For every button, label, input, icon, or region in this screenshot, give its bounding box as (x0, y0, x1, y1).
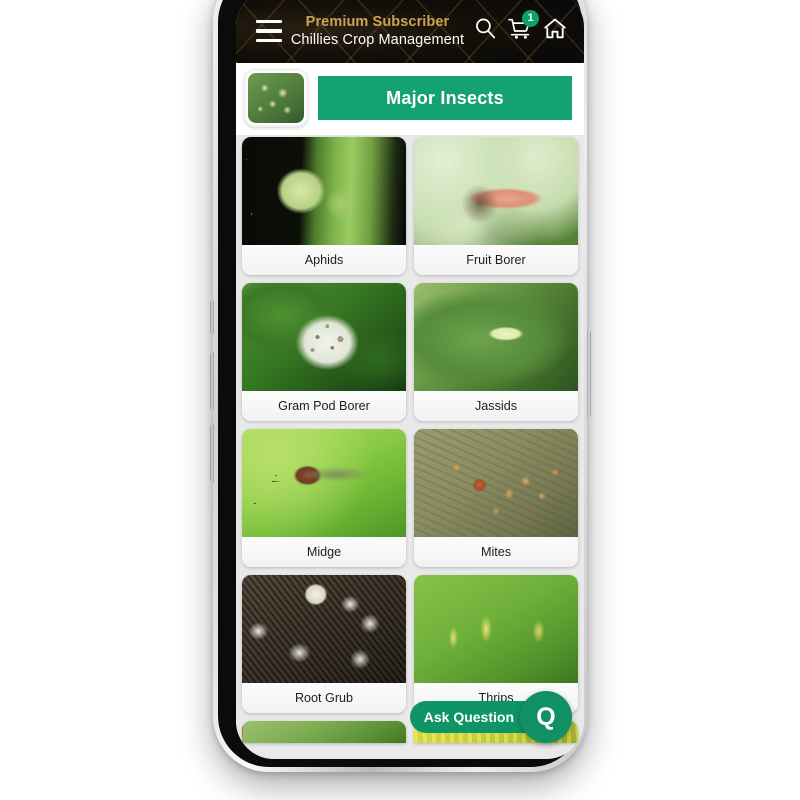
home-icon[interactable] (542, 16, 568, 46)
insect-grid-scroll-area[interactable]: Aphids Fruit Borer Gram Pod Borer Jassid… (236, 135, 584, 759)
insect-card-image (242, 283, 406, 391)
ask-question-circle-icon[interactable]: Q (520, 691, 572, 743)
search-icon[interactable] (473, 16, 498, 46)
ask-question-fab[interactable]: Ask Question Q (409, 691, 572, 743)
phone-volume-up-button (210, 352, 214, 410)
aphids-photo (242, 137, 406, 245)
cart-count-badge: 1 (522, 10, 539, 27)
premium-subscriber-label: Premium Subscriber (305, 13, 450, 30)
phone-silent-switch (210, 300, 214, 334)
insect-card-label: Jassids (414, 391, 578, 421)
insect-card-jassids[interactable]: Jassids (414, 283, 578, 421)
shopping-cart-icon[interactable]: 1 (507, 10, 539, 46)
insect-card-image (414, 137, 578, 245)
insect-card-image (414, 429, 578, 537)
insect-card-root-grub[interactable]: Root Grub (242, 575, 406, 713)
insect-card-label: Aphids (242, 245, 406, 275)
header-actions: 1 (473, 10, 568, 46)
insect-card-gram-pod-borer[interactable]: Gram Pod Borer (242, 283, 406, 421)
mites-photo (414, 429, 578, 537)
fruit-borer-photo (414, 137, 578, 245)
insect-card-label: Fruit Borer (414, 245, 578, 275)
crop-thumbnail-image (248, 73, 304, 123)
app-header: Premium Subscriber Chillies Crop Managem… (236, 0, 584, 63)
insect-card-image (414, 575, 578, 683)
phone-power-button (587, 330, 591, 418)
insect-card-label: Midge (242, 537, 406, 567)
thrips-photo (414, 575, 578, 683)
major-insects-button[interactable]: Major Insects (318, 76, 572, 120)
insect-card-label: Mites (414, 537, 578, 567)
section-banner-row: Major Insects (236, 63, 584, 135)
screenshot-stage: Premium Subscriber Chillies Crop Managem… (0, 0, 800, 800)
hamburger-menu-icon[interactable] (256, 20, 282, 42)
partial-photo-left (242, 721, 406, 743)
insect-card-image (242, 575, 406, 683)
crop-thumbnail-photo (248, 73, 304, 123)
insect-card-image (242, 137, 406, 245)
insect-card-image (242, 429, 406, 537)
root-grub-photo (242, 575, 406, 683)
insect-card-image (414, 283, 578, 391)
page-title: Chillies Crop Management (290, 32, 465, 48)
phone-volume-down-button (210, 424, 214, 482)
gram-pod-borer-photo (242, 283, 406, 391)
insect-grid: Aphids Fruit Borer Gram Pod Borer Jassid… (242, 135, 578, 743)
crop-thumbnail[interactable] (244, 69, 308, 127)
header-title-block: Premium Subscriber Chillies Crop Managem… (284, 13, 471, 49)
insect-card-midge[interactable]: Midge (242, 429, 406, 567)
insect-card-mites[interactable]: Mites (414, 429, 578, 567)
jassids-photo (414, 283, 578, 391)
insect-card-aphids[interactable]: Aphids (242, 137, 406, 275)
phone-bezel: Premium Subscriber Chillies Crop Managem… (218, 0, 584, 767)
insect-card-fruit-borer[interactable]: Fruit Borer (414, 137, 578, 275)
insect-card-label: Root Grub (242, 683, 406, 713)
midge-photo (242, 429, 406, 537)
phone-device-frame: Premium Subscriber Chillies Crop Managem… (213, 0, 587, 772)
insect-card-partial-left[interactable] (242, 721, 406, 743)
insect-card-label: Gram Pod Borer (242, 391, 406, 421)
phone-screen: Premium Subscriber Chillies Crop Managem… (236, 0, 584, 759)
